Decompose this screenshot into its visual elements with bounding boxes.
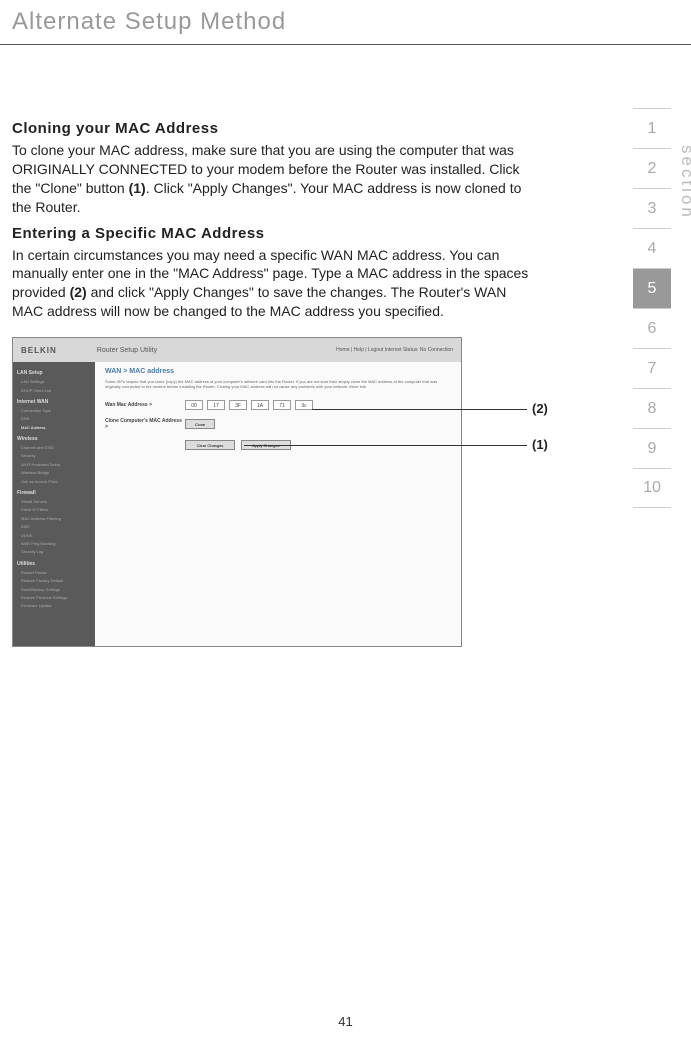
router-screenshot: BELKIN Router Setup Utility Home | Help … (12, 337, 462, 647)
tab-1[interactable]: 1 (633, 108, 671, 148)
tab-7[interactable]: 7 (633, 348, 671, 388)
ss-sb-item: DHCP Client List (17, 387, 91, 395)
ss-sb-item: Security (17, 452, 91, 460)
tab-10[interactable]: 10 (633, 468, 671, 508)
ss-mac-box: 3F (229, 400, 247, 410)
ss-sb-item: LAN Settings (17, 378, 91, 386)
ss-sb-h1: LAN Setup (17, 370, 91, 376)
ss-sb-item: Use as Access Point (17, 478, 91, 486)
tab-3[interactable]: 3 (633, 188, 671, 228)
ss-sb-item: DNS (17, 415, 91, 423)
ss-main: WAN > MAC address Some ISPs require that… (95, 362, 461, 647)
ss-sb-item: WAN Ping Blocking (17, 540, 91, 548)
ss-sb-item: Restore Previous Settings (17, 594, 91, 602)
ss-sb-item: Save/Backup Settings (17, 586, 91, 594)
callout-label-1: (1) (532, 437, 548, 452)
ss-status: Home | Help | Logout Internet Status: No… (336, 347, 453, 353)
ss-sb-item: Restore Factory Default (17, 577, 91, 585)
main-content: Cloning your MAC Address To clone your M… (0, 45, 600, 647)
section2-heading: Entering a Specific MAC Address (12, 225, 540, 242)
ss-mac-box: 17 (207, 400, 225, 410)
tab-9[interactable]: 9 (633, 428, 671, 468)
ss-logo: BELKIN (21, 346, 57, 355)
tab-5-active[interactable]: 5 (633, 268, 671, 308)
callout-line-2 (312, 409, 527, 410)
tab-4[interactable]: 4 (633, 228, 671, 268)
ss-sb-item: Connection Type (17, 407, 91, 415)
ss-mac-box: 71 (273, 400, 291, 410)
section1-ref1: (1) (129, 180, 146, 196)
ss-sb-item: Wi-Fi Protected Setup (17, 461, 91, 469)
tab-2[interactable]: 2 (633, 148, 671, 188)
section2-ref2: (2) (70, 284, 87, 300)
ss-mac-inputs: 00 17 3F 1A 71 3c (185, 400, 313, 410)
ss-sb-h5: Utilities (17, 561, 91, 567)
ss-sb-item: Channel and SSID (17, 444, 91, 452)
ss-sb-item: Security Log (17, 548, 91, 556)
page-number: 41 (338, 1014, 352, 1029)
ss-row-clone: Clone Computer's MAC Address > Clone (105, 418, 451, 430)
ss-clear-button: Clear Changes (185, 440, 235, 450)
ss-sb-h3: Wireless (17, 436, 91, 442)
ss-clone-button: Clone (185, 419, 215, 429)
ss-sb-h4: Firewall (17, 490, 91, 496)
section1-body: To clone your MAC address, make sure tha… (12, 141, 540, 217)
section-tabs: 1 2 3 4 5 6 7 8 9 10 (633, 108, 671, 508)
ss-mac-box: 3c (295, 400, 313, 410)
ss-topbar: BELKIN Router Setup Utility Home | Help … (13, 338, 461, 362)
ss-desc: Some ISPs require that you clone (copy) … (105, 379, 451, 389)
ss-sb-item-active: MAC Address (17, 424, 91, 432)
ss-utility-title: Router Setup Utility (97, 347, 157, 354)
callout-line-1 (244, 445, 527, 446)
ss-sidebar: LAN Setup LAN Settings DHCP Client List … (13, 362, 95, 647)
page-title: Alternate Setup Method (12, 8, 691, 36)
tab-8[interactable]: 8 (633, 388, 671, 428)
callout-label-2: (2) (532, 401, 548, 416)
section1-heading: Cloning your MAC Address (12, 120, 540, 137)
section-label: section (677, 145, 691, 220)
tab-6[interactable]: 6 (633, 308, 671, 348)
ss-mac-label: Wan Mac Address > (105, 402, 185, 408)
ss-sb-item: Client IP Filters (17, 506, 91, 514)
ss-breadcrumb: WAN > MAC address (105, 368, 451, 375)
ss-sb-item: DDNS (17, 532, 91, 540)
section2-text2: and click "Apply Changes" to save the ch… (12, 284, 506, 319)
ss-row-mac: Wan Mac Address > 00 17 3F 1A 71 3c (105, 400, 451, 410)
ss-sb-item: DMZ (17, 523, 91, 531)
ss-mac-box: 1A (251, 400, 269, 410)
section2-body: In certain circumstances you may need a … (12, 246, 540, 322)
ss-sb-item: MAC Address Filtering (17, 515, 91, 523)
ss-sb-item: Virtual Servers (17, 498, 91, 506)
ss-sb-item: Firmware Update (17, 602, 91, 610)
ss-sb-h2: Internet WAN (17, 399, 91, 405)
ss-clone-label: Clone Computer's MAC Address > (105, 418, 185, 430)
ss-mac-box: 00 (185, 400, 203, 410)
screenshot-container: BELKIN Router Setup Utility Home | Help … (12, 337, 572, 647)
ss-sb-item: Wireless Bridge (17, 469, 91, 477)
ss-sb-item: Restart Router (17, 569, 91, 577)
